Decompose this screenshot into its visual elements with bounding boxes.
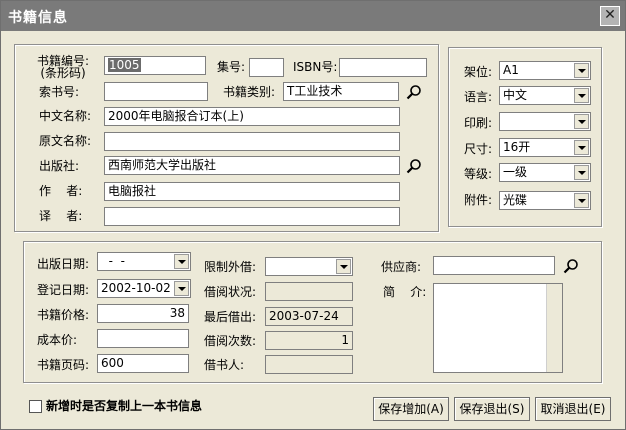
author-input[interactable]: 电脑报社 (104, 182, 400, 201)
pub-date-picker[interactable]: - - (97, 252, 191, 271)
publisher-input[interactable]: 西南师范大学出版社 (104, 156, 400, 175)
size-select[interactable]: 16开 (499, 138, 591, 157)
copy-previous-checkbox[interactable] (29, 400, 42, 413)
category-search-icon[interactable] (406, 84, 422, 100)
borrow-status-field (265, 282, 353, 301)
category-input[interactable]: T工业技术 (283, 82, 399, 101)
shelf-select[interactable]: A1 (499, 61, 591, 80)
book-no-label: 书籍编号: (条形码) (37, 54, 90, 80)
print-select[interactable] (499, 112, 591, 131)
language-value: 中文 (503, 88, 528, 102)
pages-input[interactable]: 600 (97, 354, 189, 373)
intro-label: 简 介: (383, 285, 427, 299)
language-select[interactable]: 中文 (499, 86, 591, 105)
chevron-down-icon[interactable] (174, 281, 189, 296)
cn-name-input[interactable]: 2000年电脑报合订本(上) (104, 107, 400, 126)
pages-label: 书籍页码: (37, 358, 90, 372)
attachment-value: 光碟 (503, 193, 528, 207)
grade-label: 等级: (464, 167, 493, 181)
price-label: 书籍价格: (37, 308, 90, 322)
publisher-search-icon[interactable] (406, 158, 422, 174)
chevron-down-icon[interactable] (574, 165, 589, 180)
borrow-count-field: 1 (265, 331, 353, 350)
attachment-label: 附件: (464, 193, 493, 207)
cn-name-label: 中文名称: (39, 109, 92, 123)
save-add-button[interactable]: 保存增加(A) (373, 397, 449, 421)
intro-scrollbar[interactable] (546, 284, 562, 372)
size-label: 尺寸: (464, 142, 493, 156)
chevron-down-icon[interactable] (574, 140, 589, 155)
chevron-down-icon[interactable] (336, 259, 351, 274)
chevron-down-icon[interactable] (574, 114, 589, 129)
last-borrow-label: 最后借出: (204, 310, 257, 324)
set-no-input[interactable] (249, 58, 284, 77)
category-label: 书籍类别: (223, 85, 276, 99)
restrict-label: 限制外借: (204, 260, 257, 274)
language-label: 语言: (464, 90, 493, 104)
orig-name-input[interactable] (104, 132, 400, 151)
supplier-search-icon[interactable] (563, 258, 579, 274)
call-no-input[interactable] (104, 82, 208, 101)
reg-date-picker[interactable]: 2002-10-02 (97, 279, 191, 298)
copy-previous-label: 新增时是否复制上一本书信息 (46, 399, 203, 413)
title-bar[interactable]: 书籍信息 ✕ (1, 1, 625, 31)
pub-date-value: - - (101, 254, 125, 268)
set-no-label: 集号: (217, 60, 246, 74)
restrict-select[interactable] (265, 257, 353, 276)
price-input[interactable]: 38 (97, 304, 189, 323)
borrower-label: 借书人: (204, 358, 245, 372)
borrow-status-label: 借阅状况: (204, 285, 257, 299)
chevron-down-icon[interactable] (574, 193, 589, 208)
cost-input[interactable] (97, 329, 189, 348)
publisher-label: 出版社: (39, 159, 80, 173)
cost-label: 成本价: (37, 333, 78, 347)
grade-select[interactable]: 一级 (499, 163, 591, 182)
chevron-down-icon[interactable] (574, 63, 589, 78)
book-no-input[interactable]: 1005 (104, 56, 206, 75)
translator-input[interactable] (104, 207, 400, 226)
close-button[interactable]: ✕ (600, 6, 620, 26)
supplier-input[interactable] (433, 256, 555, 275)
isbn-input[interactable] (339, 58, 427, 77)
supplier-label: 供应商: (381, 260, 422, 274)
print-label: 印刷: (464, 116, 493, 130)
call-no-label: 索书号: (39, 85, 80, 99)
author-label: 作 者: (39, 184, 83, 198)
reg-date-value: 2002-10-02 (101, 281, 171, 295)
book-no-value: 1005 (108, 58, 141, 72)
reg-date-label: 登记日期: (37, 283, 90, 297)
attachment-select[interactable]: 光碟 (499, 191, 591, 210)
cancel-exit-button[interactable]: 取消退出(E) (535, 397, 611, 421)
book-info-dialog: 书籍信息 ✕ 书籍编号: (条形码) 1005 集号: ISBN号: 索书号: … (0, 0, 626, 430)
borrower-field (265, 355, 353, 374)
save-exit-button[interactable]: 保存退出(S) (454, 397, 530, 421)
window-title: 书籍信息 (8, 10, 68, 26)
shelf-label: 架位: (464, 65, 493, 79)
size-value: 16开 (503, 140, 531, 154)
chevron-down-icon[interactable] (174, 254, 189, 269)
shelf-value: A1 (503, 63, 519, 77)
borrow-count-label: 借阅次数: (204, 334, 257, 348)
isbn-label: ISBN号: (293, 60, 338, 74)
chevron-down-icon[interactable] (574, 88, 589, 103)
orig-name-label: 原文名称: (39, 134, 92, 148)
translator-label: 译 者: (39, 209, 83, 223)
intro-textarea[interactable] (433, 283, 563, 373)
grade-value: 一级 (503, 165, 528, 179)
pub-date-label: 出版日期: (37, 257, 90, 271)
close-icon: ✕ (604, 7, 616, 23)
last-borrow-field: 2003-07-24 (265, 307, 353, 326)
